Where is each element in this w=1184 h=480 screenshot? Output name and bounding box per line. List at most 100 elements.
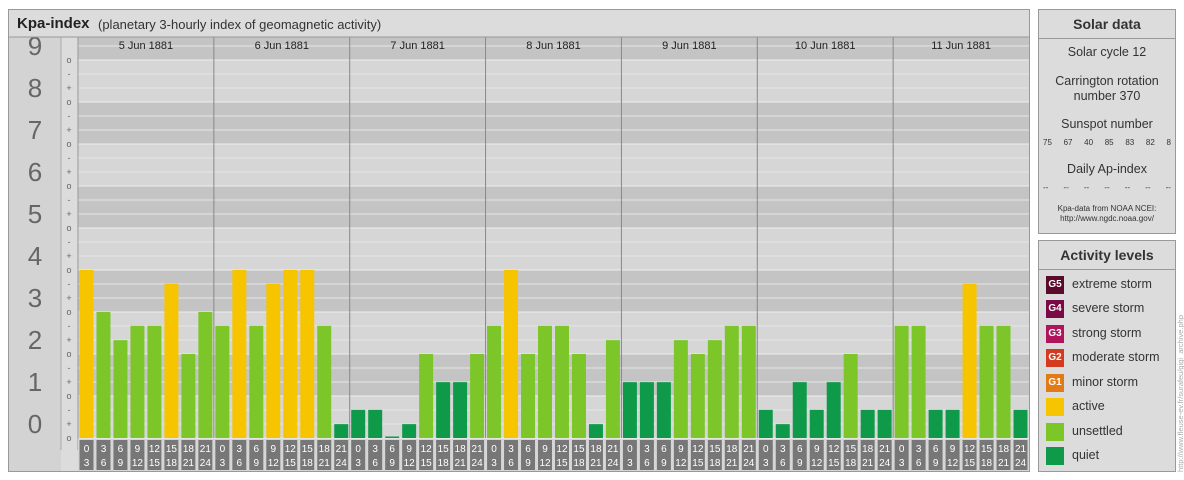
- y-tick-label: 6: [28, 157, 42, 187]
- level-active: active: [1046, 398, 1174, 418]
- level-unsettled: unsettled: [1046, 423, 1174, 443]
- interval-start-label: 18: [319, 444, 331, 455]
- kp-bar: [79, 270, 94, 438]
- day-label: 11 Jun 1881: [931, 40, 991, 52]
- interval-end-label: 9: [389, 458, 395, 469]
- level-band: [78, 144, 1029, 186]
- kp-bar: [283, 270, 298, 438]
- kp-bar: [351, 409, 366, 438]
- kp-bar: [181, 354, 196, 438]
- interval-end-label: 21: [862, 458, 874, 469]
- interval-end-label: 9: [797, 458, 803, 469]
- y-tick-label: 1: [28, 367, 42, 397]
- interval-start-label: 3: [916, 444, 922, 455]
- ap-value: --: [1145, 183, 1151, 192]
- interval-end-label: 24: [336, 458, 348, 469]
- interval-start-label: 3: [101, 444, 107, 455]
- interval-start-label: 9: [814, 444, 820, 455]
- interval-end-label: 3: [763, 458, 769, 469]
- kp-bar: [758, 409, 773, 438]
- ap-label: Daily Ap-index: [1067, 162, 1147, 176]
- level-band: [78, 228, 1029, 270]
- interval-start-label: 9: [950, 444, 956, 455]
- sublevel-marker: -: [68, 111, 71, 121]
- day-label: 10 Jun 1881: [795, 40, 856, 52]
- level-swatch: [1046, 398, 1064, 416]
- sublevel-marker: -: [68, 195, 71, 205]
- source-link[interactable]: http://www.ngdc.noaa.gov/: [1039, 214, 1175, 224]
- interval-start-label: 9: [542, 444, 548, 455]
- interval-start-label: 0: [899, 444, 905, 455]
- kp-bar: [656, 382, 671, 438]
- interval-end-label: 3: [491, 458, 497, 469]
- kp-bar: [249, 325, 264, 438]
- level-g5: G5 extreme storm: [1046, 276, 1174, 296]
- chart-title: Kpa-index: [17, 15, 90, 32]
- level-label: strong storm: [1072, 326, 1142, 340]
- interval-end-label: 21: [319, 458, 331, 469]
- sublevel-marker: o: [66, 349, 71, 359]
- interval-end-label: 24: [607, 458, 619, 469]
- interval-start-label: 12: [285, 444, 297, 455]
- solar-cycle: Solar cycle 12: [1067, 45, 1147, 59]
- day-label: 8 Jun 1881: [526, 40, 580, 52]
- interval-start-label: 0: [355, 444, 361, 455]
- kp-bar: [843, 354, 858, 438]
- interval-end-label: 24: [200, 458, 212, 469]
- interval-end-label: 15: [964, 458, 976, 469]
- sublevel-marker: o: [66, 433, 71, 443]
- kp-bar: [164, 283, 179, 438]
- interval-end-label: 3: [355, 458, 361, 469]
- interval-start-label: 9: [271, 444, 277, 455]
- sunspot-value: 75: [1043, 138, 1052, 147]
- interval-end-label: 21: [590, 458, 602, 469]
- sublevel-marker: -: [68, 363, 71, 373]
- sublevel-marker: o: [66, 265, 71, 275]
- sublevel-marker: +: [66, 251, 71, 261]
- interval-end-label: 24: [472, 458, 484, 469]
- ap-value: --: [1043, 183, 1049, 192]
- kp-bar: [453, 382, 468, 438]
- interval-start-label: 12: [828, 444, 840, 455]
- interval-start-label: 18: [726, 444, 738, 455]
- solar-data-panel: Solar data Solar cycle 12 Carrington rot…: [1038, 9, 1176, 234]
- interval-start-label: 12: [964, 444, 976, 455]
- sublevel-marker: -: [68, 69, 71, 79]
- sublevel-marker: -: [68, 405, 71, 415]
- kp-bar: [555, 325, 569, 438]
- interval-start-label: 21: [472, 444, 484, 455]
- interval-start-label: 12: [149, 444, 161, 455]
- interval-start-label: 21: [607, 444, 619, 455]
- day-label: 6 Jun 1881: [255, 40, 309, 52]
- kp-bar: [741, 325, 756, 438]
- interval-end-label: 6: [237, 458, 243, 469]
- interval-start-label: 3: [644, 444, 650, 455]
- interval-start-label: 6: [797, 444, 803, 455]
- ap-value: --: [1063, 183, 1069, 192]
- level-band: [78, 60, 1029, 102]
- interval-end-label: 15: [556, 458, 568, 469]
- kp-bar: [215, 325, 230, 438]
- sunspot-value: 67: [1063, 138, 1073, 147]
- level-g3: G3 strong storm: [1046, 325, 1174, 345]
- kp-bar: [588, 424, 603, 438]
- interval-end-label: 3: [899, 458, 905, 469]
- interval-start-label: 0: [84, 444, 90, 455]
- sublevel-marker: o: [66, 391, 71, 401]
- kp-bar: [826, 382, 841, 438]
- chart-subtitle: (planetary 3-hourly index of geomagnetic…: [98, 17, 382, 32]
- interval-end-label: 12: [947, 458, 959, 469]
- interval-start-label: 6: [389, 444, 395, 455]
- y-tick-label: 7: [28, 115, 42, 145]
- interval-start-label: 18: [998, 444, 1010, 455]
- sunspot-value: 85: [1104, 138, 1114, 147]
- kp-bar: [860, 409, 875, 438]
- interval-end-label: 18: [302, 458, 314, 469]
- y-tick-label: 5: [28, 199, 42, 229]
- interval-end-label: 6: [916, 458, 922, 469]
- day-label: 7 Jun 1881: [390, 40, 444, 52]
- interval-end-label: 9: [254, 458, 260, 469]
- kpa-chart-panel: 0 1 2 3 4 5 6 7 8 9 o + - o + - o + - o + - o + - o + - o + - o + - o + - o 5 …: [8, 9, 1030, 472]
- level-swatch: G3: [1046, 325, 1064, 343]
- kp-bar: [130, 325, 145, 438]
